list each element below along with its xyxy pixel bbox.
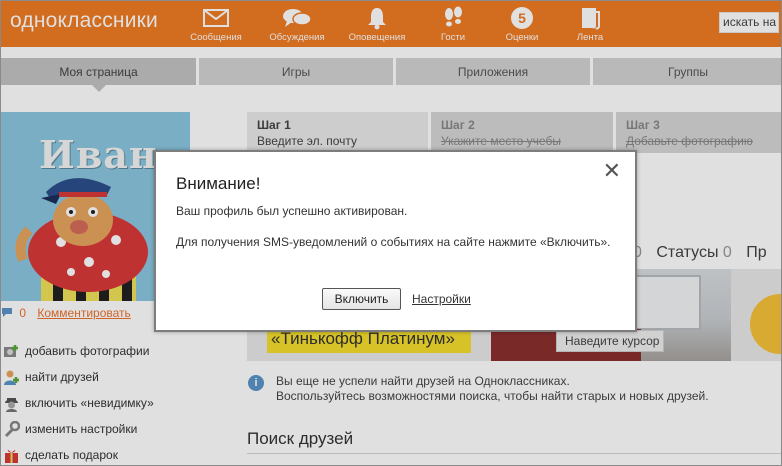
close-icon[interactable]: ✕ bbox=[603, 160, 621, 182]
dialog-title: Внимание! bbox=[176, 174, 261, 193]
dialog-message-sms: Для получения SMS-уведомлений о событиях… bbox=[176, 235, 611, 249]
settings-link[interactable]: Настройки bbox=[412, 292, 471, 306]
dialog-message-activated: Ваш профиль был успешно активирован. bbox=[176, 204, 408, 218]
browser-frame: одноклассники Сообщения Обсуждения Опове… bbox=[0, 0, 782, 466]
enable-button[interactable]: Включить bbox=[322, 288, 401, 310]
activation-dialog: ✕ Внимание! Ваш профиль был успешно акти… bbox=[154, 150, 637, 332]
